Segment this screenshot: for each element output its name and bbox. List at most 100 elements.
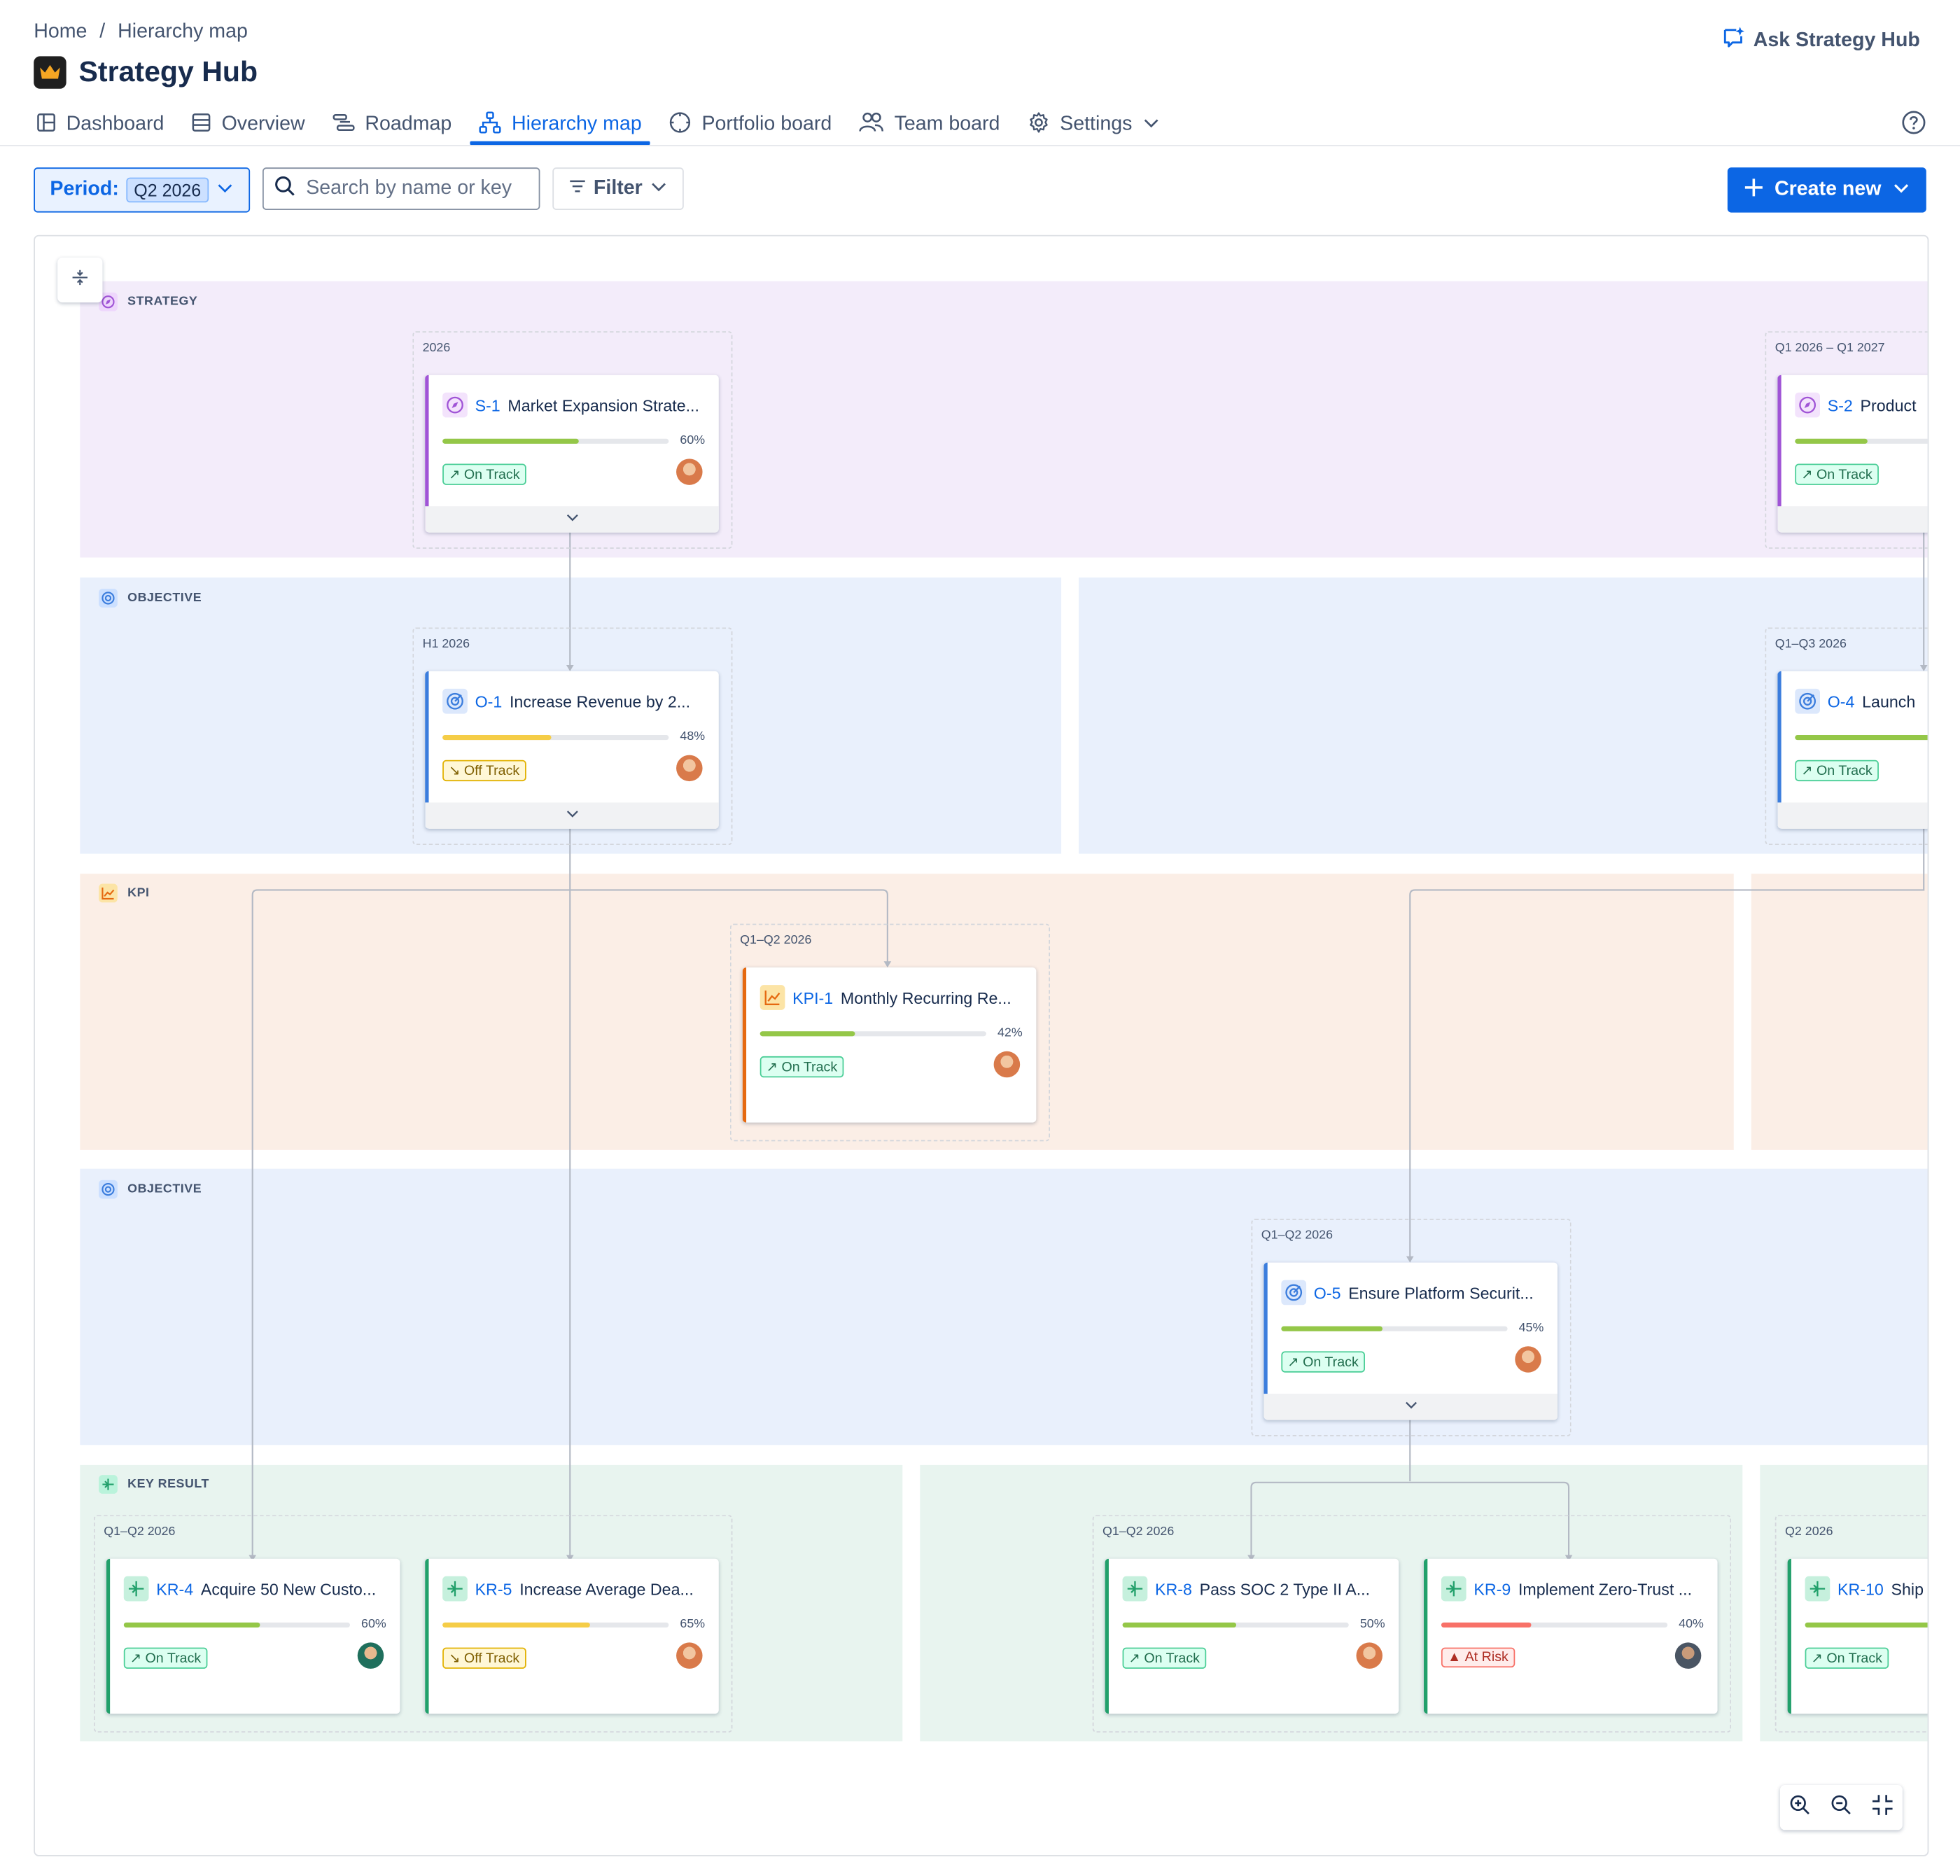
card-title[interactable]: Implement Zero-Trust ... xyxy=(1518,1579,1692,1598)
create-new-button[interactable]: Create new xyxy=(1727,167,1926,213)
card-kr-5[interactable]: KR-5 Increase Average Dea... 65% ↘ Off Tr… xyxy=(425,1558,719,1714)
chevron-down-icon xyxy=(650,177,668,201)
period-selector[interactable]: Period: Q2 2026 xyxy=(34,167,250,213)
card-key[interactable]: KR-9 xyxy=(1474,1579,1511,1598)
card-kr-8[interactable]: KR-8 Pass SOC 2 Type II A... 50% ↗ On Tra… xyxy=(1105,1558,1399,1714)
card-key[interactable]: KR-4 xyxy=(156,1579,193,1598)
card-key[interactable]: KR-8 xyxy=(1155,1579,1192,1598)
ask-strategy-hub-button[interactable]: Ask Strategy Hub xyxy=(1721,25,1920,57)
avatar[interactable] xyxy=(676,458,703,485)
period-group-label: Q1–Q2 2026 xyxy=(104,1525,176,1539)
progress-bar xyxy=(442,438,669,444)
tab-hierarchy-map[interactable]: Hierarchy map xyxy=(465,106,655,146)
status-text: On Track xyxy=(463,466,520,482)
card-s-1[interactable]: S-1 Market Expansion Strate... 60% ↗ On T… xyxy=(425,374,719,533)
help-icon[interactable] xyxy=(1901,110,1926,141)
card-accent-bar xyxy=(425,1558,429,1714)
key-result-icon xyxy=(442,1576,468,1602)
card-key[interactable]: KPI-1 xyxy=(792,988,833,1007)
card-title[interactable]: Market Expansion Strate... xyxy=(507,396,699,414)
card-key[interactable]: O-1 xyxy=(475,692,503,710)
crown-icon xyxy=(34,55,66,88)
arrow-up-right-icon: ↗ xyxy=(1811,1651,1823,1667)
expand-button[interactable] xyxy=(425,506,719,533)
card-key[interactable]: O-5 xyxy=(1314,1283,1341,1302)
card-kr-10[interactable]: KR-10 Ship ↗ On Track xyxy=(1787,1558,1928,1714)
key-result-icon xyxy=(1805,1576,1830,1602)
progress-fill xyxy=(442,735,552,741)
card-title[interactable]: Ensure Platform Securit... xyxy=(1348,1283,1534,1302)
fit-screen-icon[interactable] xyxy=(1871,1793,1893,1822)
avatar[interactable] xyxy=(357,1642,384,1669)
progress-percent: 40% xyxy=(1679,1617,1704,1632)
progress-bar xyxy=(1805,1622,1928,1628)
tab-portfolio-board[interactable]: Portfolio board xyxy=(655,106,846,144)
card-accent-bar xyxy=(742,967,747,1123)
card-key[interactable]: KR-5 xyxy=(475,1579,512,1598)
breadcrumb-home[interactable]: Home xyxy=(34,21,87,43)
key-result-icon xyxy=(1122,1576,1148,1602)
card-title[interactable]: Ship xyxy=(1891,1579,1924,1598)
collapse-all-button[interactable] xyxy=(57,257,103,303)
card-title[interactable]: Launch xyxy=(1862,692,1915,710)
progress-fill xyxy=(760,1031,855,1037)
avatar[interactable] xyxy=(1356,1642,1382,1669)
avatar[interactable] xyxy=(1515,1346,1541,1373)
card-header: KR-5 Increase Average Dea... xyxy=(442,1576,694,1602)
card-title[interactable]: Product xyxy=(1861,396,1917,414)
expand-button[interactable] xyxy=(425,802,719,829)
card-o-5[interactable]: O-5 Ensure Platform Securit... 45% ↗ On T… xyxy=(1264,1262,1558,1420)
card-o-1[interactable]: O-1 Increase Revenue by 2... 48% ↘ Off Tr… xyxy=(425,671,719,829)
hierarchy-canvas[interactable]: STRATEGY OBJECTIVE KPI OBJECTIVE KEY RES… xyxy=(34,234,1929,1856)
card-o-4[interactable]: O-4 Launch ↗ On Track xyxy=(1777,671,1928,829)
create-label: Create new xyxy=(1774,178,1882,200)
card-title[interactable]: Increase Average Dea... xyxy=(519,1579,694,1598)
tab-dashboard[interactable]: Dashboard xyxy=(34,106,178,144)
card-key[interactable]: KR-10 xyxy=(1837,1579,1884,1598)
card-key[interactable]: O-4 xyxy=(1828,692,1855,710)
card-key[interactable]: S-1 xyxy=(475,396,500,414)
portfolio-icon xyxy=(669,111,692,139)
tab-team-board[interactable]: Team board xyxy=(846,106,1014,144)
card-kr-9[interactable]: KR-9 Implement Zero-Trust ... 40% ▲ At Ri… xyxy=(1423,1558,1718,1714)
zoom-out-icon[interactable] xyxy=(1830,1793,1852,1822)
period-group-label: Q1 2026 – Q1 2027 xyxy=(1774,341,1885,356)
filter-button[interactable]: Filter xyxy=(552,167,684,210)
target-icon xyxy=(442,688,468,714)
progress-bar xyxy=(442,735,669,741)
period-group-label: Q1–Q2 2026 xyxy=(1261,1228,1334,1242)
card-kr-4[interactable]: KR-4 Acquire 50 New Custo... 60% ↗ On Tra… xyxy=(106,1558,400,1714)
expand-button[interactable] xyxy=(1264,1394,1558,1420)
plus-icon xyxy=(1742,176,1765,204)
status-badge: ↗ On Track xyxy=(1122,1647,1206,1669)
expand-button[interactable] xyxy=(1777,506,1928,533)
zoom-in-icon[interactable] xyxy=(1789,1793,1812,1822)
progress-bar xyxy=(760,1031,986,1037)
card-header: KR-10 Ship xyxy=(1805,1576,1924,1602)
avatar[interactable] xyxy=(676,1642,703,1669)
breadcrumb-current[interactable]: Hierarchy map xyxy=(118,21,248,43)
key-result-icon xyxy=(1441,1576,1466,1602)
card-key[interactable]: S-2 xyxy=(1828,396,1853,414)
avatar[interactable] xyxy=(993,1051,1021,1078)
card-kpi-1[interactable]: KPI-1 Monthly Recurring Re... 42% ↗ On Tr… xyxy=(742,967,1037,1123)
tab-settings[interactable]: Settings xyxy=(1014,106,1173,144)
tab-overview[interactable]: Overview xyxy=(178,106,318,144)
nav-tabs: Dashboard Overview Roadmap Hierarchy map… xyxy=(34,106,1173,146)
status-text: Off Track xyxy=(463,763,520,778)
progress-bar xyxy=(1122,1622,1349,1628)
card-title[interactable]: Increase Revenue by 2... xyxy=(510,692,690,710)
avatar[interactable] xyxy=(676,755,703,782)
avatar[interactable] xyxy=(1674,1642,1702,1669)
chevron-down-icon xyxy=(1142,113,1160,137)
tab-roadmap[interactable]: Roadmap xyxy=(318,106,465,144)
card-s-2[interactable]: S-2 Product ↗ On Track xyxy=(1777,374,1928,533)
search-icon xyxy=(274,174,296,203)
card-title[interactable]: Monthly Recurring Re... xyxy=(841,988,1011,1007)
filter-icon xyxy=(568,177,586,201)
search-input[interactable]: Search by name or key xyxy=(262,167,540,210)
card-title[interactable]: Pass SOC 2 Type II A... xyxy=(1200,1579,1370,1598)
status-text: On Track xyxy=(1144,1651,1200,1666)
expand-button[interactable] xyxy=(1777,802,1928,829)
card-title[interactable]: Acquire 50 New Custo... xyxy=(201,1579,376,1598)
